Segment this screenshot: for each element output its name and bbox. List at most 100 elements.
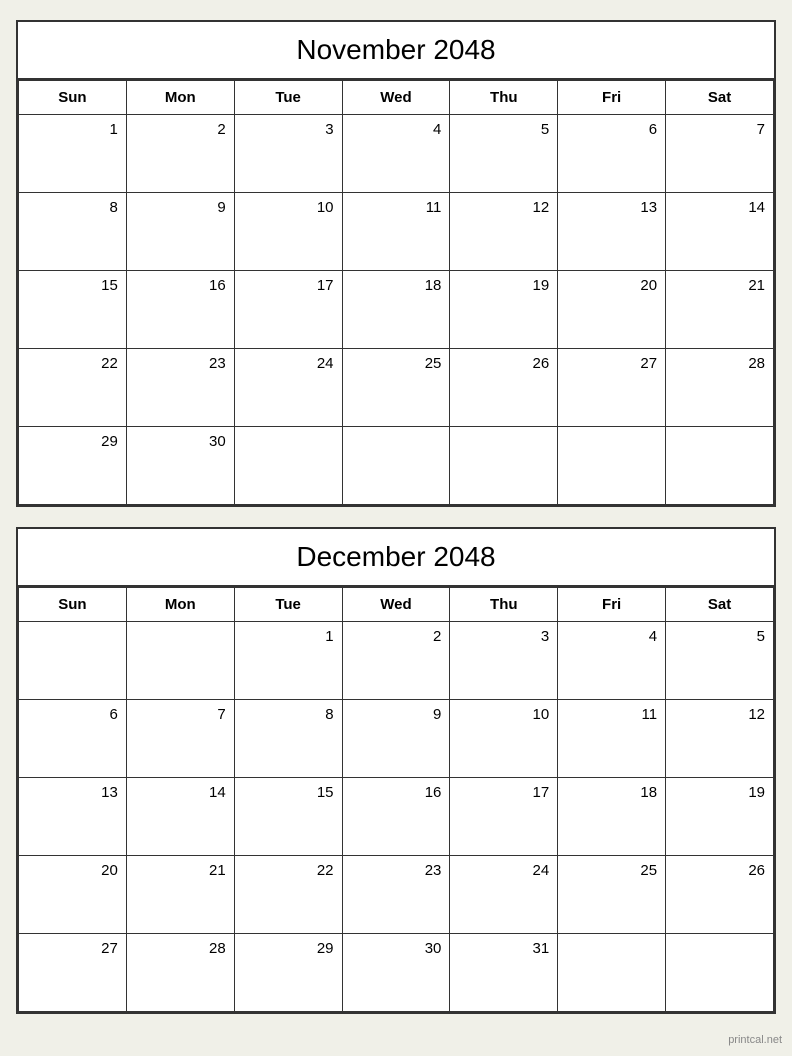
table-row: 13 xyxy=(558,193,666,271)
table-row: 9 xyxy=(342,700,450,778)
dec-week-4: 20 21 22 23 24 25 26 xyxy=(19,856,774,934)
table-row: 14 xyxy=(666,193,774,271)
table-row: 28 xyxy=(126,934,234,1012)
table-row: 6 xyxy=(19,700,127,778)
table-row: 8 xyxy=(19,193,127,271)
december-grid: Sun Mon Tue Wed Thu Fri Sat 1 2 3 4 5 xyxy=(18,587,774,1012)
table-row: 21 xyxy=(126,856,234,934)
dec-header-sat: Sat xyxy=(666,588,774,622)
table-row: 27 xyxy=(558,349,666,427)
table-row: 7 xyxy=(666,115,774,193)
table-row: 25 xyxy=(342,349,450,427)
december-calendar: December 2048 Sun Mon Tue Wed Thu Fri Sa… xyxy=(16,527,776,1014)
dec-header-thu: Thu xyxy=(450,588,558,622)
nov-header-wed: Wed xyxy=(342,81,450,115)
nov-week-2: 8 9 10 11 12 13 14 xyxy=(19,193,774,271)
dec-week-2: 6 7 8 9 10 11 12 xyxy=(19,700,774,778)
table-row: 22 xyxy=(19,349,127,427)
dec-week-5: 27 28 29 30 31 xyxy=(19,934,774,1012)
nov-header-sat: Sat xyxy=(666,81,774,115)
nov-week-4: 22 23 24 25 26 27 28 xyxy=(19,349,774,427)
nov-header-mon: Mon xyxy=(126,81,234,115)
table-row: 1 xyxy=(19,115,127,193)
dec-header-fri: Fri xyxy=(558,588,666,622)
table-row: 30 xyxy=(342,934,450,1012)
table-row: 26 xyxy=(666,856,774,934)
table-row: 7 xyxy=(126,700,234,778)
table-row: 18 xyxy=(342,271,450,349)
table-row xyxy=(126,622,234,700)
table-row xyxy=(234,427,342,505)
table-row: 16 xyxy=(126,271,234,349)
table-row: 29 xyxy=(19,427,127,505)
table-row: 10 xyxy=(234,193,342,271)
table-row: 20 xyxy=(19,856,127,934)
november-grid: Sun Mon Tue Wed Thu Fri Sat 1 2 3 4 5 6 … xyxy=(18,80,774,505)
table-row xyxy=(666,934,774,1012)
nov-header-tue: Tue xyxy=(234,81,342,115)
table-row: 18 xyxy=(558,778,666,856)
dec-header-tue: Tue xyxy=(234,588,342,622)
november-calendar: November 2048 Sun Mon Tue Wed Thu Fri Sa… xyxy=(16,20,776,507)
nov-week-3: 15 16 17 18 19 20 21 xyxy=(19,271,774,349)
table-row: 17 xyxy=(234,271,342,349)
table-row: 15 xyxy=(19,271,127,349)
table-row: 29 xyxy=(234,934,342,1012)
table-row: 3 xyxy=(234,115,342,193)
table-row: 30 xyxy=(126,427,234,505)
table-row: 9 xyxy=(126,193,234,271)
nov-header-fri: Fri xyxy=(558,81,666,115)
dec-header-wed: Wed xyxy=(342,588,450,622)
table-row: 5 xyxy=(666,622,774,700)
december-title: December 2048 xyxy=(18,529,774,587)
table-row: 4 xyxy=(342,115,450,193)
table-row: 21 xyxy=(666,271,774,349)
nov-week-5: 29 30 xyxy=(19,427,774,505)
table-row: 6 xyxy=(558,115,666,193)
table-row xyxy=(450,427,558,505)
table-row: 15 xyxy=(234,778,342,856)
table-row: 10 xyxy=(450,700,558,778)
table-row: 8 xyxy=(234,700,342,778)
table-row: 2 xyxy=(126,115,234,193)
table-row: 23 xyxy=(342,856,450,934)
table-row: 2 xyxy=(342,622,450,700)
table-row: 26 xyxy=(450,349,558,427)
table-row: 27 xyxy=(19,934,127,1012)
nov-header-thu: Thu xyxy=(450,81,558,115)
table-row: 12 xyxy=(450,193,558,271)
table-row: 24 xyxy=(234,349,342,427)
table-row xyxy=(666,427,774,505)
table-row: 14 xyxy=(126,778,234,856)
table-row xyxy=(342,427,450,505)
table-row: 16 xyxy=(342,778,450,856)
table-row: 5 xyxy=(450,115,558,193)
watermark: printcal.net xyxy=(728,1034,782,1046)
table-row: 31 xyxy=(450,934,558,1012)
dec-week-3: 13 14 15 16 17 18 19 xyxy=(19,778,774,856)
table-row: 20 xyxy=(558,271,666,349)
table-row: 23 xyxy=(126,349,234,427)
table-row: 13 xyxy=(19,778,127,856)
table-row: 1 xyxy=(234,622,342,700)
dec-week-1: 1 2 3 4 5 xyxy=(19,622,774,700)
nov-week-1: 1 2 3 4 5 6 7 xyxy=(19,115,774,193)
table-row: 28 xyxy=(666,349,774,427)
table-row: 11 xyxy=(558,700,666,778)
table-row: 4 xyxy=(558,622,666,700)
table-row: 24 xyxy=(450,856,558,934)
table-row xyxy=(558,934,666,1012)
november-title: November 2048 xyxy=(18,22,774,80)
table-row xyxy=(558,427,666,505)
table-row: 22 xyxy=(234,856,342,934)
dec-header-sun: Sun xyxy=(19,588,127,622)
table-row: 12 xyxy=(666,700,774,778)
dec-header-mon: Mon xyxy=(126,588,234,622)
table-row: 17 xyxy=(450,778,558,856)
table-row: 19 xyxy=(666,778,774,856)
table-row: 19 xyxy=(450,271,558,349)
nov-header-sun: Sun xyxy=(19,81,127,115)
table-row: 25 xyxy=(558,856,666,934)
table-row: 11 xyxy=(342,193,450,271)
table-row: 3 xyxy=(450,622,558,700)
